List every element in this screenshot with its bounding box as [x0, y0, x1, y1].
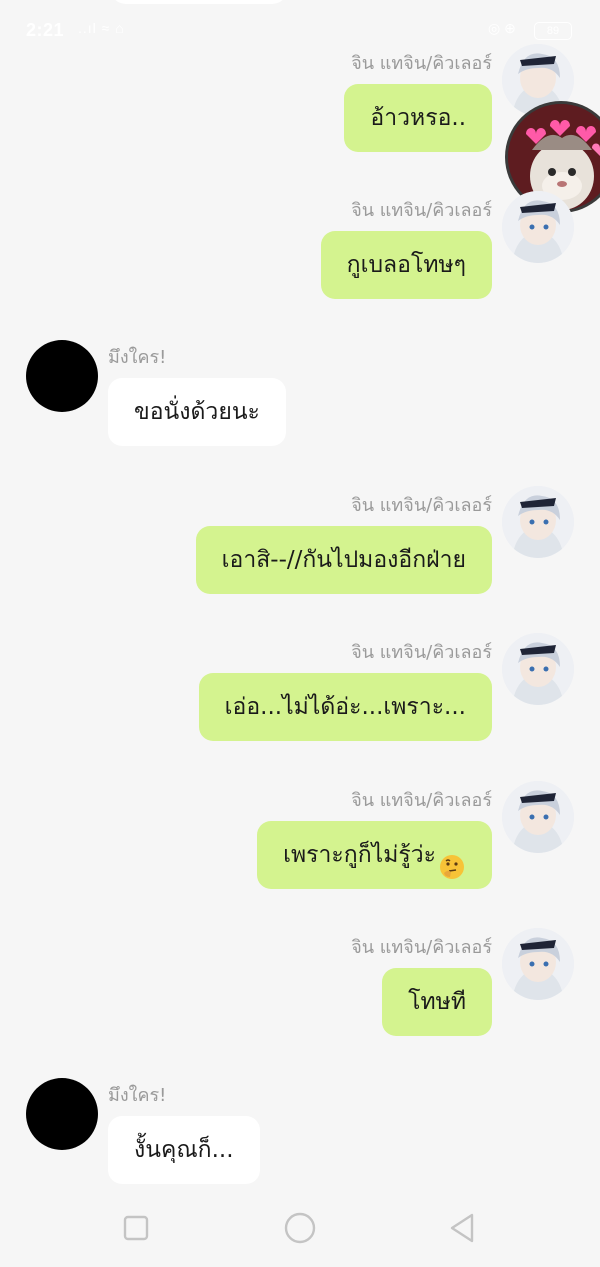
sender-name: มึงใคร! [108, 1085, 167, 1106]
avatar[interactable] [502, 191, 574, 263]
battery-icon: 89 [534, 22, 572, 40]
thinking-face-emoji [438, 840, 466, 879]
square-recents-icon[interactable] [116, 1208, 156, 1248]
message-bubble-outgoing[interactable]: เอาสิ--//กันไปมองอีกฝ่าย [195, 526, 492, 594]
sender-name: จิน แทจิน/คิวเลอร์ [351, 937, 492, 958]
avatar[interactable] [502, 781, 574, 853]
status-bar: 2:21 ..ıl ≈ ⌂ ◎ ⊕ 89 [0, 0, 600, 64]
sender-name: มึงใคร! [108, 347, 167, 368]
avatar[interactable] [502, 633, 574, 705]
avatar[interactable] [26, 1078, 98, 1150]
navigation-bar [0, 1192, 600, 1267]
sender-name: จิน แทจิน/คิวเลอร์ [351, 642, 492, 663]
status-icons: ◎ ⊕ [488, 20, 516, 36]
avatar[interactable] [502, 486, 574, 558]
circle-home-icon[interactable] [280, 1208, 320, 1248]
sender-name: จิน แทจิน/คิวเลอร์ [351, 790, 492, 811]
message-bubble-outgoing[interactable]: เอ่อ...ไม่ได้อ่ะ...เพราะ... [198, 673, 492, 741]
signal-icon: ..ıl ≈ ⌂ [78, 20, 125, 36]
message-bubble-outgoing[interactable]: กูเบลอโทษๆ [320, 231, 492, 299]
sender-name: จิน แทจิน/คิวเลอร์ [351, 53, 492, 74]
avatar[interactable] [26, 340, 98, 412]
sender-name: จิน แทจิน/คิวเลอร์ [351, 495, 492, 516]
sender-name: จิน แทจิน/คิวเลอร์ [351, 200, 492, 221]
avatar[interactable] [502, 928, 574, 1000]
message-text: เพราะกูก็ไม่รู้ว่ะ [283, 842, 436, 868]
message-bubble-outgoing[interactable]: โทษที [382, 968, 492, 1036]
message-bubble-incoming[interactable]: งั้นคุณก็... [108, 1116, 260, 1184]
message-bubble-outgoing[interactable]: เพราะกูก็ไม่รู้ว่ะ [257, 821, 492, 889]
message-bubble-outgoing[interactable]: อ้าวหรอ.. [344, 84, 492, 152]
triangle-back-icon[interactable] [442, 1208, 482, 1248]
status-time: 2:21 [26, 20, 65, 40]
message-bubble-incoming[interactable]: ขอนั่งด้วยนะ [108, 378, 286, 446]
